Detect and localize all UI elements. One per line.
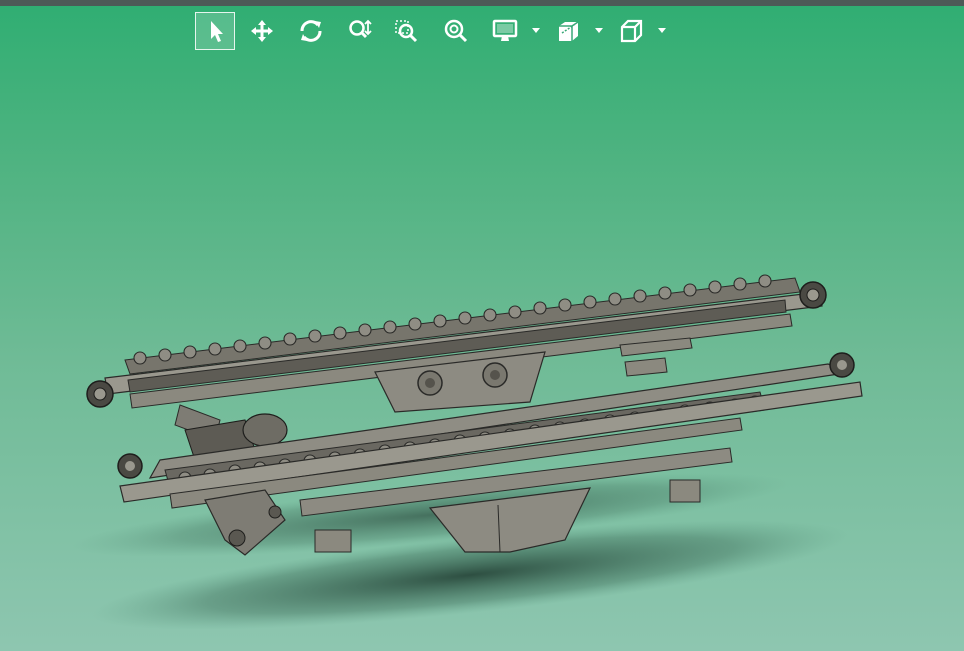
conveyor-model[interactable] [0, 54, 964, 651]
section-dropdown-toggle[interactable] [594, 12, 604, 50]
rotate-button[interactable] [291, 12, 331, 50]
pan-button[interactable] [242, 12, 282, 50]
view-orientation-dropdown-toggle[interactable] [657, 12, 667, 50]
display-dropdown-toggle[interactable] [531, 12, 541, 50]
rotate-icon [300, 20, 322, 42]
3d-viewport[interactable] [0, 54, 964, 651]
chevron-down-icon [595, 28, 603, 33]
zoom-fit-icon [444, 19, 468, 43]
zoom-window-icon [395, 20, 418, 43]
select-arrow-icon [211, 21, 223, 42]
view-cube-icon [620, 19, 643, 43]
zoom-window-button[interactable] [386, 12, 426, 50]
section-view-button[interactable] [548, 12, 588, 50]
view-toolbar [0, 6, 964, 54]
section-view-icon [559, 21, 579, 41]
zoom-in-out-icon [349, 19, 372, 39]
display-monitor-icon [492, 19, 518, 41]
chevron-down-icon [658, 28, 666, 33]
zoom-button[interactable] [340, 12, 380, 50]
zoom-fit-button[interactable] [436, 12, 476, 50]
view-orientation-button[interactable] [611, 12, 651, 50]
pan-move-icon [251, 20, 273, 42]
chevron-down-icon [532, 28, 540, 33]
select-button[interactable] [195, 12, 235, 50]
display-button[interactable] [485, 12, 525, 50]
